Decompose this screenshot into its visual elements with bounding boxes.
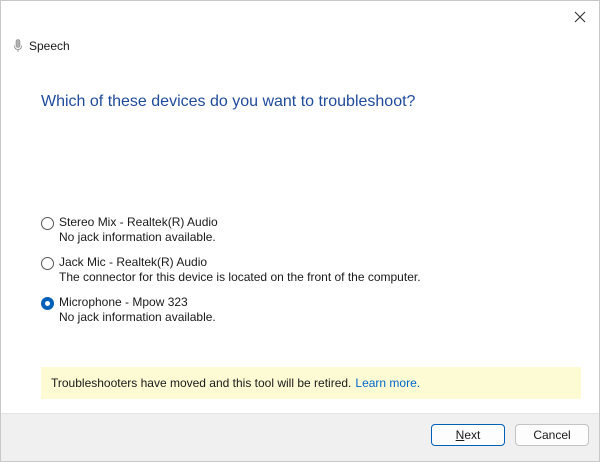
learn-more-link[interactable]: Learn more. <box>355 376 420 390</box>
dialog-title-text: Speech <box>29 39 70 53</box>
device-option-stereo-mix[interactable]: Stereo Mix - Realtek(R) Audio No jack in… <box>41 215 561 245</box>
close-icon <box>574 11 586 23</box>
device-list: Stereo Mix - Realtek(R) Audio No jack in… <box>41 215 561 335</box>
troubleshooter-dialog: Speech Which of these devices do you wan… <box>0 0 600 462</box>
radio-button-jack-mic[interactable] <box>41 257 54 270</box>
device-detail: No jack information available. <box>59 230 216 244</box>
device-name: Jack Mic - Realtek(R) Audio <box>59 255 208 269</box>
close-button[interactable] <box>563 3 597 31</box>
device-detail: The connector for this device is located… <box>59 270 421 284</box>
dialog-title: Speech <box>13 39 70 53</box>
page-heading: Which of these devices do you want to tr… <box>41 93 416 110</box>
device-option-jack-mic[interactable]: Jack Mic - Realtek(R) Audio The connecto… <box>41 255 561 285</box>
device-name: Stereo Mix - Realtek(R) Audio <box>59 215 218 229</box>
retirement-notice: Troubleshooters have moved and this tool… <box>41 367 581 399</box>
device-option-microphone[interactable]: Microphone - Mpow 323 No jack informatio… <box>41 295 561 325</box>
microphone-icon <box>14 39 22 52</box>
device-name: Microphone - Mpow 323 <box>59 295 188 309</box>
notice-text: Troubleshooters have moved and this tool… <box>51 376 352 390</box>
device-detail: No jack information available. <box>59 310 216 324</box>
next-button[interactable]: Next <box>431 424 505 446</box>
radio-button-stereo-mix[interactable] <box>41 217 54 230</box>
cancel-button[interactable]: Cancel <box>515 424 589 446</box>
dialog-footer: Next Cancel <box>1 413 599 461</box>
radio-button-microphone[interactable] <box>41 297 54 310</box>
